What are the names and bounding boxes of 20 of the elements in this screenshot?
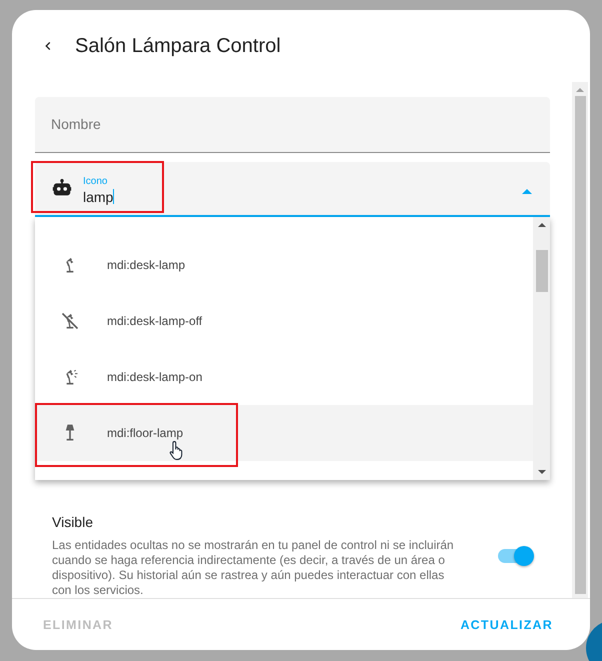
dialog-title: Salón Lámpara Control — [75, 34, 281, 58]
scrollbar-thumb[interactable] — [536, 250, 548, 292]
scroll-down-icon[interactable] — [538, 470, 546, 474]
field-value: lamp — [83, 188, 114, 205]
field-label: Icono — [83, 176, 108, 187]
setting-description: Las entidades ocultas no se mostrarán en tu panel de control ni se incluirán cuando se haga referencia indirectamente (es decir, a través de un área o dispositivo). Su historial aún se rastrea y aún puedes interactuar con ellas con los servicios. — [52, 538, 455, 598]
scrollbar[interactable] — [572, 82, 588, 598]
scroll-up-icon[interactable] — [538, 223, 546, 227]
field-label: Nombre — [51, 116, 101, 132]
crossed-lamp-icon — [60, 311, 80, 331]
scrollbar-thumb[interactable] — [574, 96, 586, 594]
dropdown-item[interactable]: mdi:desk-lamp-on — [35, 349, 533, 405]
dropdown-arrow-icon[interactable] — [522, 188, 532, 194]
dropdown-item[interactable]: mdi:desk-lamp-off — [35, 293, 533, 349]
setting-title: Visible — [52, 514, 94, 530]
icon-field[interactable]: Icono lamp — [35, 162, 550, 217]
dropdown-item[interactable]: mdi:floor-lamp — [35, 405, 533, 461]
dropdown-item[interactable]: mdi:desk-lamp — [35, 237, 533, 293]
name-field[interactable]: Nombre — [35, 97, 550, 152]
scrollbar[interactable] — [533, 217, 550, 480]
